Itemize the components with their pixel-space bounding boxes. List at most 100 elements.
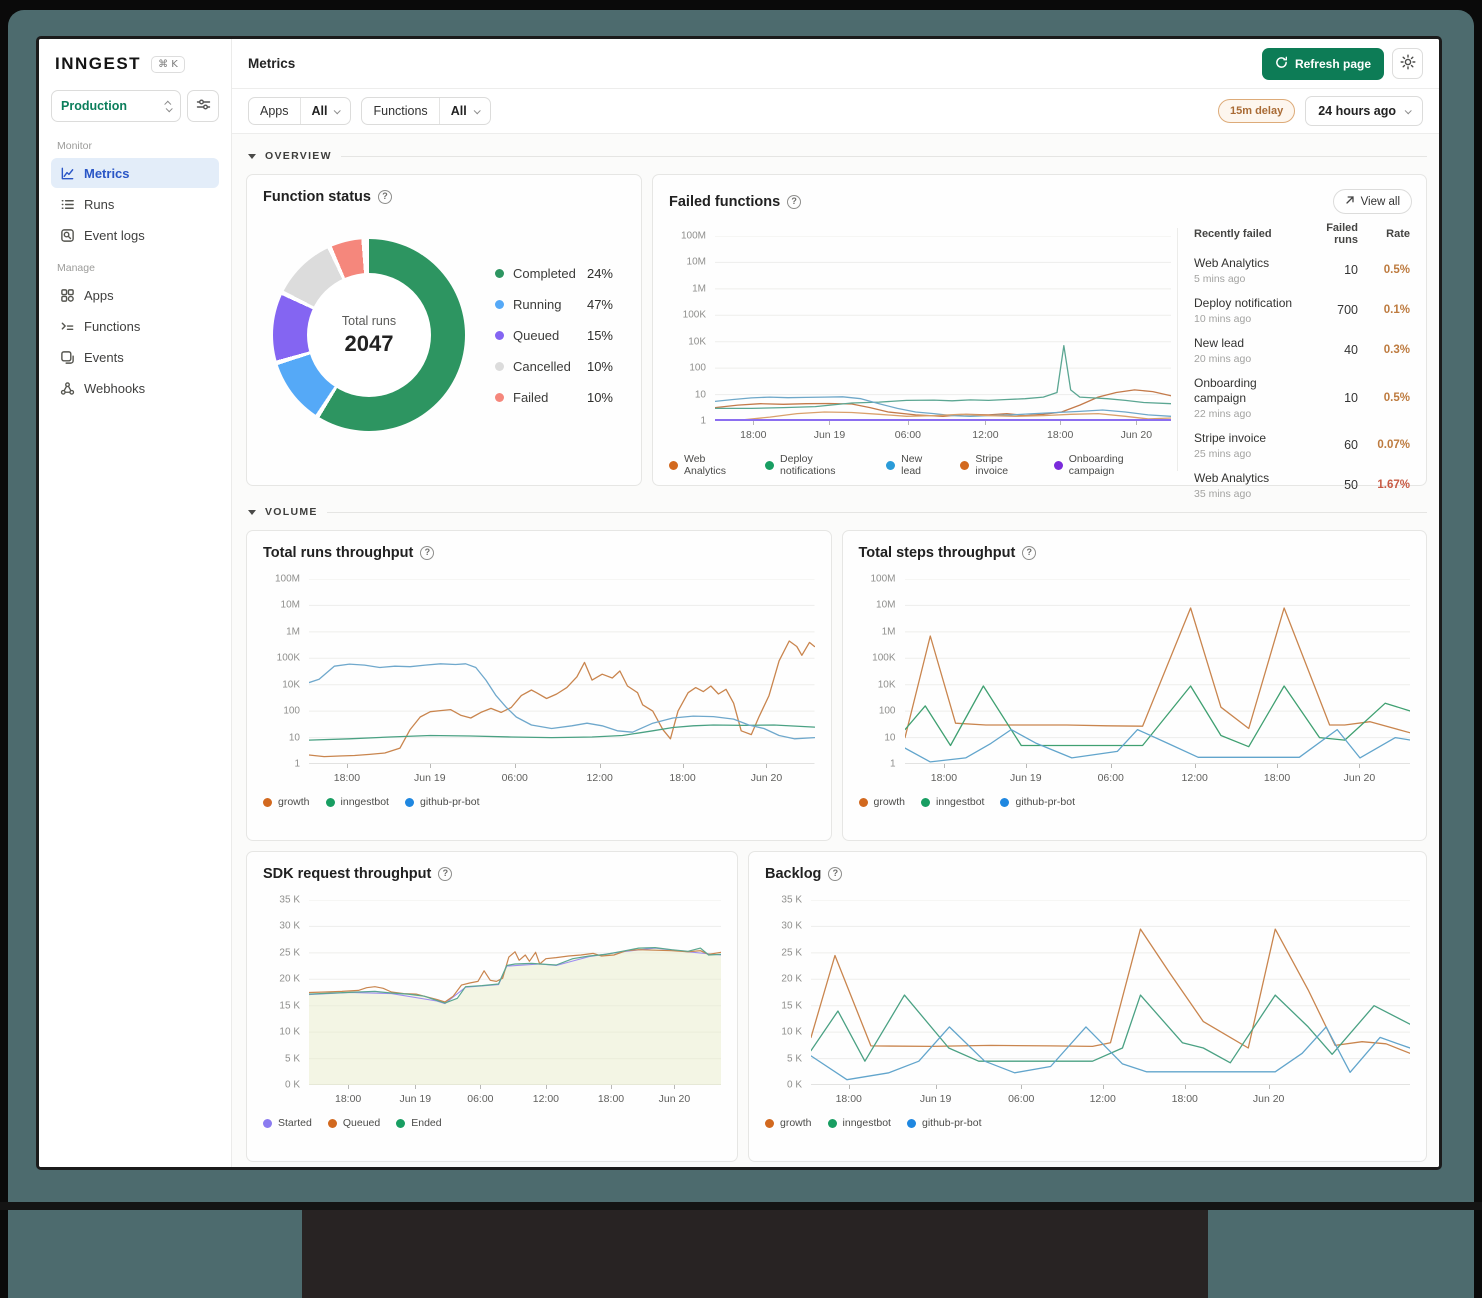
filters-right: 15m delay 24 hours ago [1218, 96, 1423, 126]
functions-filter-value[interactable]: All [440, 98, 490, 124]
legend-dot [263, 797, 272, 807]
functions-filter[interactable]: Functions All [361, 97, 491, 125]
x-tick-mark [415, 1085, 417, 1089]
time-range-selector[interactable]: 24 hours ago [1305, 96, 1423, 126]
y-tick-label: 10K [877, 679, 896, 691]
command-k-shortcut[interactable]: ⌘ K [151, 55, 185, 73]
function-status-title-row: Function status ? [263, 189, 625, 205]
legend-dot [921, 797, 931, 807]
failed-function-name: New lead [1194, 335, 1245, 350]
overview-grid: Function status ? Total runs 2047 Comple… [246, 174, 1427, 500]
help-icon[interactable]: ? [828, 867, 843, 881]
x-tick-label: Jun 20 [1252, 1093, 1285, 1105]
chart-x-axis: 18:00 Jun 19 06:00 12:00 18:00 Jun 20 [715, 421, 1171, 445]
col-failed-runs: Failed runs [1326, 222, 1358, 246]
x-tick-label: 18:00 [669, 772, 696, 784]
status-legend-value: 47% [586, 296, 613, 312]
y-tick-label: 10K [688, 336, 706, 348]
table-row[interactable]: Web Analytics 5 mins ago 10 0.5% [1194, 250, 1410, 290]
chart-y-axis: 100M 10M 1M 100K 10K 100 10 1 [859, 574, 905, 770]
apps-filter-label: Apps [249, 98, 301, 124]
status-legend-label: Cancelled [513, 358, 571, 374]
chart-legend: growth inngestbot github-pr-bot [263, 796, 815, 808]
view-all-button[interactable]: View all [1332, 189, 1412, 214]
x-tick-mark [985, 421, 987, 425]
help-icon[interactable]: ? [377, 190, 392, 204]
function-status-card: Function status ? Total runs 2047 Comple… [246, 174, 642, 486]
environment-row: Production [51, 90, 219, 122]
legend-item: Onboarding campaign [1053, 453, 1171, 477]
sidebar-item-label: Apps [84, 287, 114, 303]
chart-y-axis: 100M 10M 1M 100K 10K 100 10 1 [263, 574, 309, 770]
chart-plot-column: 18:00 Jun 19 06:00 12:00 18:00 Jun 20 [811, 900, 1410, 1109]
total-runs-card: Total runs throughput ? 100M 10M 1M 100K 10K… [246, 530, 832, 841]
function-status-title: Function status [263, 189, 371, 205]
x-tick-mark [943, 764, 945, 768]
environment-selector[interactable]: Production [51, 90, 181, 122]
help-icon[interactable]: ? [420, 546, 435, 560]
col-recently-failed: Recently failed [1194, 228, 1272, 240]
sidebar-item-events[interactable]: Events [51, 342, 219, 372]
x-tick-mark [348, 1085, 350, 1089]
sidebar-item-metrics[interactable]: Metrics [51, 158, 219, 188]
table-row[interactable]: Deploy notification 10 mins ago 700 0.1% [1194, 290, 1410, 330]
legend-label: github-pr-bot [1015, 796, 1076, 808]
x-tick-mark [1025, 764, 1027, 768]
failed-function-time: 25 mins ago [1194, 447, 1252, 460]
apps-filter-value[interactable]: All [301, 98, 351, 124]
x-tick-label: 12:00 [532, 1093, 560, 1105]
refresh-page-button[interactable]: Refresh page [1261, 47, 1384, 80]
chart-legend: growth inngestbot github-pr-bot [765, 1117, 1410, 1129]
y-tick-label: 10M [280, 599, 300, 611]
sidebar-item-runs[interactable]: Runs [51, 189, 219, 219]
sidebar-section-label: Manage [57, 262, 95, 274]
legend-item: Queued [327, 1117, 380, 1129]
help-icon[interactable]: ? [787, 194, 802, 209]
table-row[interactable]: Web Analytics 35 mins ago 50 1.67% [1194, 465, 1410, 505]
legend-dot [495, 392, 504, 402]
chart-legend: growth inngestbot github-pr-bot [858, 796, 1411, 808]
table-row[interactable]: Stripe invoice 25 mins ago 60 0.07% [1194, 425, 1410, 465]
filter-settings-button[interactable] [187, 90, 219, 122]
chart-plot-area [309, 579, 815, 764]
volume-section-title: VOLUME [265, 506, 318, 518]
function-status-donut-chart: Total runs 2047 [273, 239, 465, 431]
x-tick-mark [514, 764, 516, 768]
apps-filter[interactable]: Apps All [248, 97, 352, 125]
settings-button[interactable] [1392, 48, 1423, 79]
overview-section-header[interactable]: OVERVIEW [248, 150, 1427, 162]
volume-row-2: SDK request throughput ? 35 K 30 K 25 K 20 … [246, 851, 1427, 1162]
sidebar-item-functions[interactable]: Functions [51, 311, 219, 341]
legend-label: New lead [901, 453, 923, 477]
total-steps-chart: 100M 10M 1M 100K 10K 100 10 1 18:00 Jun 19 06:00 12… [858, 574, 1411, 808]
x-tick-label: Jun 19 [399, 1093, 432, 1105]
table-row[interactable]: New lead 20 mins ago 40 0.3% [1194, 330, 1410, 370]
failed-function-name: Deploy notification [1194, 295, 1293, 310]
sidebar-item-apps[interactable]: Apps [51, 280, 219, 310]
sidebar-item-webhooks[interactable]: Webhooks [51, 373, 219, 403]
failed-functions-body: 100M 10M 1M 100K 10K 100 10 1 18:00 Jun 19 06:00 12… [669, 220, 1426, 500]
help-icon[interactable]: ? [438, 867, 453, 881]
y-tick-label: 5 K [786, 1053, 802, 1065]
failure-rate-value: 1.67% [1377, 479, 1410, 491]
status-legend-item: Completed 24% [495, 266, 613, 281]
failure-rate-value: 0.1% [1383, 304, 1410, 316]
failed-function-cell: Deploy notification 10 mins ago [1194, 296, 1294, 325]
table-row[interactable]: Onboarding campaign 22 mins ago 10 0.5% [1194, 370, 1410, 425]
volume-section-header[interactable]: VOLUME [248, 506, 1427, 518]
legend-item: github-pr-bot [906, 1117, 982, 1129]
sidebar-item-event-logs[interactable]: Event logs [51, 220, 219, 250]
failed-function-cell: New lead 20 mins ago [1194, 336, 1294, 365]
x-tick-mark [674, 1085, 676, 1089]
x-tick-mark [848, 1085, 850, 1089]
x-tick-mark [1102, 1085, 1104, 1089]
chart-plot-area [905, 579, 1411, 764]
status-legend-label: Queued [513, 327, 560, 343]
main-content: OVERVIEW Function status ? Total runs 20… [232, 134, 1439, 1167]
failed-functions-card: Failed functions ? View all 100M 10M 1M 100… [652, 174, 1427, 500]
y-tick-label: 10M [876, 599, 896, 611]
y-tick-label: 20 K [279, 973, 300, 985]
chart-grid: 100M 10M 1M 100K 10K 100 10 1 18:00 Jun 19 06:00 12… [263, 574, 815, 788]
chart-y-axis: 35 K 30 K 25 K 20 K 15 K 10 K 5 K 0 K [263, 895, 309, 1091]
help-icon[interactable]: ? [1022, 546, 1037, 560]
